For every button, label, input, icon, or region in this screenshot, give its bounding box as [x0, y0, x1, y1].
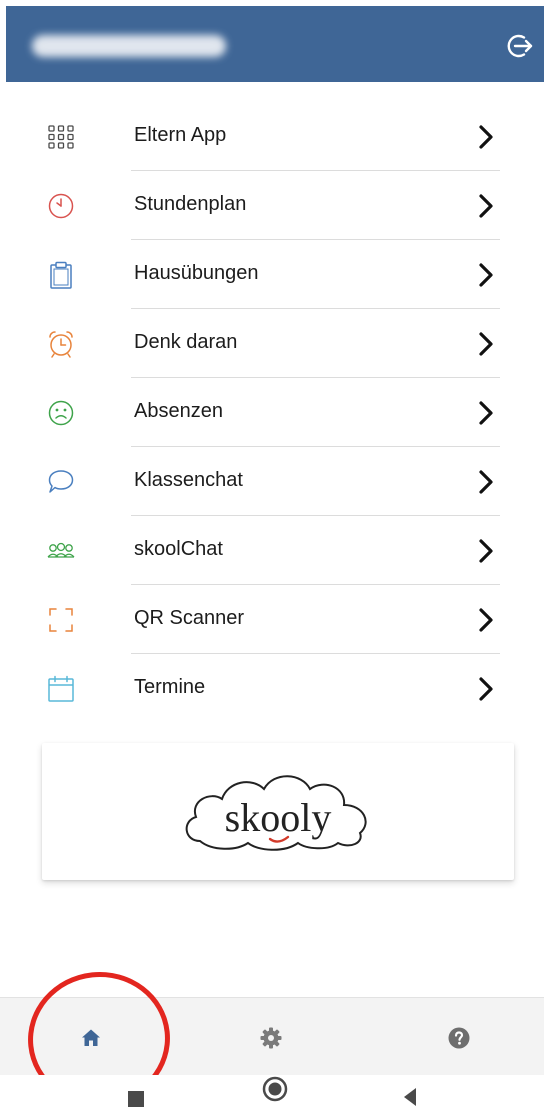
menu-item-denk-daran[interactable]: Denk daran — [0, 309, 544, 378]
chevron-right-icon — [477, 262, 495, 288]
people-icon — [46, 536, 76, 566]
home-system-button[interactable] — [262, 1076, 288, 1102]
sad-face-icon — [46, 398, 76, 428]
calendar-icon — [46, 674, 76, 704]
menu-item-label: Denk daran — [134, 331, 238, 353]
menu-item-label: Stundenplan — [134, 193, 247, 215]
chevron-right-icon — [477, 538, 495, 564]
menu-item-eltern-app[interactable]: Eltern App — [0, 102, 544, 171]
chevron-right-icon — [477, 607, 495, 633]
chevron-right-icon — [477, 676, 495, 702]
menu-item-label: QR Scanner — [134, 607, 245, 629]
scanner-frame-icon — [46, 605, 76, 635]
clock-icon — [46, 191, 76, 221]
chevron-right-icon — [477, 400, 495, 426]
gear-icon — [260, 1027, 282, 1049]
menu-item-label: Hausübungen — [134, 262, 259, 284]
menu-item-absenzen[interactable]: Absenzen — [0, 378, 544, 447]
alarm-clock-icon — [46, 329, 76, 359]
menu-item-label: Klassenchat — [134, 469, 243, 491]
skooly-logo-card: skooly — [42, 743, 514, 880]
clipboard-icon — [46, 260, 76, 290]
logout-icon[interactable] — [504, 30, 536, 62]
chat-bubbles-icon — [46, 467, 76, 497]
skooly-logo: skooly — [185, 775, 367, 851]
menu-item-label: Termine — [134, 676, 206, 698]
nav-settings-button[interactable] — [249, 1016, 293, 1060]
help-icon — [448, 1027, 470, 1049]
menu-item-label: Eltern App — [134, 124, 227, 146]
apps-grid-icon — [46, 122, 76, 152]
chevron-right-icon — [477, 331, 495, 357]
menu-item-hausuebungen[interactable]: Hausübungen — [0, 240, 544, 309]
chevron-right-icon — [477, 469, 495, 495]
menu-item-label: skoolChat — [134, 538, 223, 560]
menu-item-klassenchat[interactable]: Klassenchat — [0, 447, 544, 516]
menu-item-label: Absenzen — [134, 400, 223, 422]
menu-item-skoolchat[interactable]: skoolChat — [0, 516, 544, 585]
app-header — [6, 6, 544, 82]
nav-help-button[interactable] — [437, 1016, 481, 1060]
logo-text: skooly — [225, 795, 332, 840]
recent-apps-button[interactable] — [128, 1091, 144, 1107]
chevron-right-icon — [477, 124, 495, 150]
menu-item-stundenplan[interactable]: Stundenplan — [0, 171, 544, 240]
chevron-right-icon — [477, 193, 495, 219]
menu-item-qr-scanner[interactable]: QR Scanner — [0, 585, 544, 654]
user-name-blurred — [32, 35, 226, 57]
back-button[interactable] — [402, 1087, 418, 1107]
menu-item-termine[interactable]: Termine — [0, 654, 544, 723]
main-menu: Eltern App Stundenplan Hausübungen Denk … — [0, 102, 544, 723]
system-navigation-bar — [0, 1075, 544, 1112]
